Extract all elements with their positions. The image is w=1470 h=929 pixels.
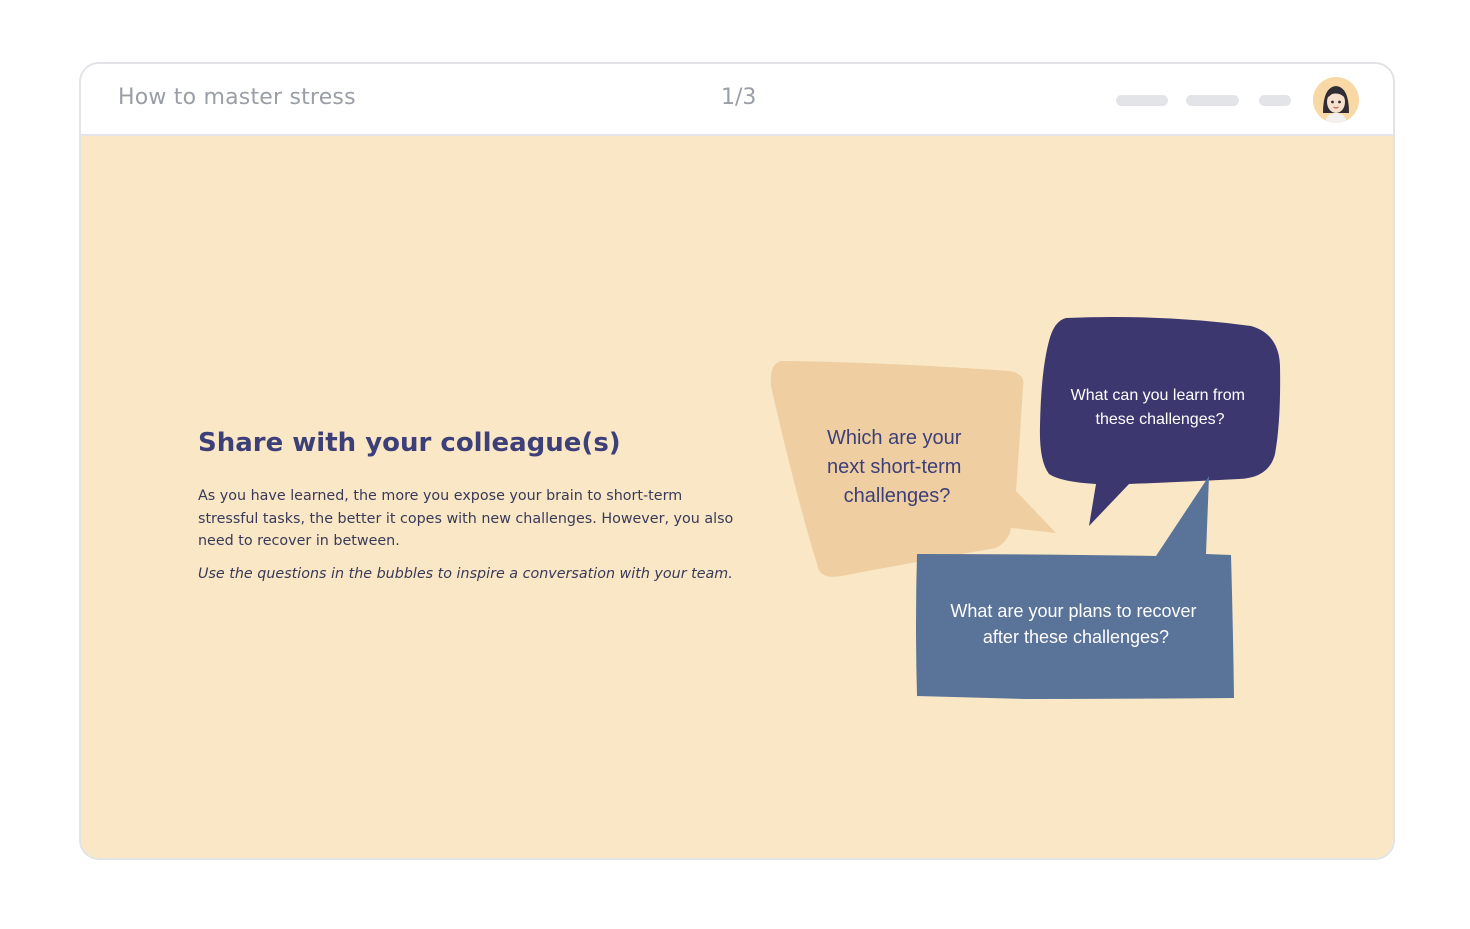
bubble-navy-line-1: What can you learn from bbox=[1071, 387, 1245, 404]
speech-bubble-navy: What can you learn from these challenges… bbox=[1039, 317, 1281, 526]
bubble-beige-line-3: challenges? bbox=[844, 485, 951, 507]
nav-placeholder-1[interactable] bbox=[1116, 95, 1168, 106]
avatar-icon bbox=[1313, 77, 1359, 123]
nav-placeholder-2[interactable] bbox=[1186, 95, 1239, 106]
slide-content: Share with your colleague(s) As you have… bbox=[81, 136, 1393, 858]
user-avatar[interactable] bbox=[1313, 77, 1359, 123]
top-bar: How to master stress 1/3 bbox=[81, 64, 1393, 136]
bubble-beige-line-2: next short-term bbox=[827, 456, 961, 478]
speech-bubbles-illustration: Which are your next short-term challenge… bbox=[770, 317, 1281, 699]
bubble-beige-line-1: Which are your bbox=[827, 427, 962, 449]
speech-bubble-beige: Which are your next short-term challenge… bbox=[770, 361, 1056, 577]
svg-text:Which are your next: Which are your next short-term challenge… bbox=[827, 427, 967, 507]
nav-placeholder-3[interactable] bbox=[1259, 95, 1291, 106]
bubble-slate-line-2: after these challenges? bbox=[983, 627, 1169, 647]
lesson-window: How to master stress 1/3 Share with your… bbox=[79, 62, 1395, 860]
bubble-slate-line-1: What are your plans to recover bbox=[950, 601, 1196, 621]
page-indicator: 1/3 bbox=[721, 85, 757, 110]
bubble-navy-line-2: these challenges? bbox=[1096, 411, 1225, 428]
course-title: How to master stress bbox=[118, 85, 356, 110]
